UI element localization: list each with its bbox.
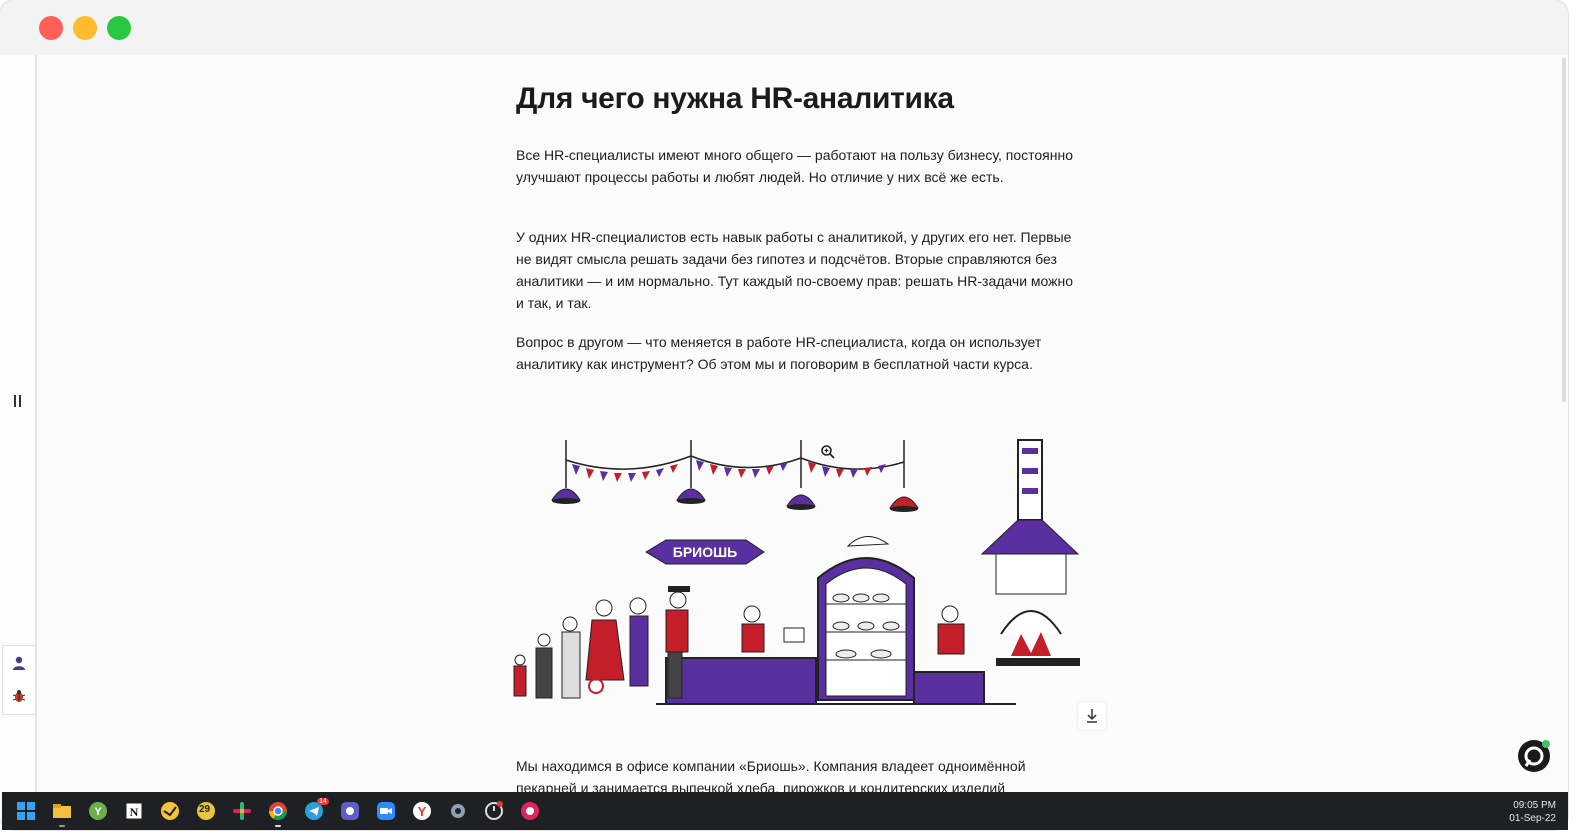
bunting-flags xyxy=(572,460,886,482)
zoom-icon[interactable] xyxy=(376,801,396,821)
pause-icon[interactable] xyxy=(13,395,23,407)
folder-icon[interactable] xyxy=(52,801,72,821)
close-window-button[interactable] xyxy=(39,16,63,40)
clock-app-icon[interactable] xyxy=(484,801,504,821)
lamps xyxy=(551,488,919,512)
taskbar: Y N 29 14 Y 09:05 PM 01-Sep-22 xyxy=(2,792,1568,830)
download-button[interactable] xyxy=(1078,702,1106,730)
sign-brioche: БРИОШЬ xyxy=(645,539,765,565)
svg-text:Y: Y xyxy=(418,804,427,819)
chat-button[interactable] xyxy=(1516,738,1552,774)
article: Для чего нужна HR-аналитика Все HR-специ… xyxy=(516,80,1076,796)
running-indicator xyxy=(275,825,281,827)
paragraph-3: Вопрос в другом — что меняется в работе … xyxy=(516,334,1042,372)
app-icon[interactable] xyxy=(160,801,180,821)
app-icon[interactable] xyxy=(340,801,360,821)
telegram-badge: 14 xyxy=(317,798,329,805)
rail-tools xyxy=(2,645,36,715)
paragraph-1: Все HR-специалисты имеют много общего — … xyxy=(516,147,1073,185)
download-icon xyxy=(1087,709,1097,723)
zoom-in-icon[interactable] xyxy=(820,444,836,460)
yandex-browser-icon[interactable]: Y xyxy=(412,801,432,821)
calendar-icon[interactable]: 29 xyxy=(196,801,216,821)
notion-icon[interactable]: N xyxy=(124,801,144,821)
title-bar xyxy=(0,0,1568,55)
bakery-illustration[interactable]: БРИОШЬ xyxy=(496,428,1108,734)
left-rail xyxy=(0,55,37,792)
paragraph-2: У одних HR-специалистов есть навык работ… xyxy=(516,229,1074,311)
user-icon[interactable] xyxy=(11,655,27,671)
chrome-icon[interactable] xyxy=(268,801,288,821)
calendar-badge: 29 xyxy=(199,804,211,815)
scrollbar[interactable] xyxy=(1562,58,1566,402)
telegram-icon[interactable]: 14 xyxy=(304,798,329,821)
windows-start-icon[interactable] xyxy=(16,801,36,821)
minimize-window-button[interactable] xyxy=(73,16,97,40)
gear-icon[interactable] xyxy=(448,801,468,821)
app-window: Для чего нужна HR-аналитика Все HR-специ… xyxy=(0,0,1568,830)
running-indicator xyxy=(59,825,65,827)
svg-text:N: N xyxy=(130,805,139,819)
maximize-window-button[interactable] xyxy=(107,16,131,40)
bread-cabinet xyxy=(817,536,915,701)
page-title: Для чего нужна HR-аналитика xyxy=(516,82,954,115)
clock-date: 01-Sep-22 xyxy=(1509,813,1556,824)
chimney xyxy=(980,439,1080,666)
clock-time: 09:05 PM xyxy=(1513,800,1556,811)
sign-text: БРИОШЬ xyxy=(673,544,737,560)
record-app-icon[interactable] xyxy=(520,801,540,821)
bug-icon[interactable] xyxy=(11,688,27,704)
slack-icon[interactable] xyxy=(232,801,252,821)
svg-text:Y: Y xyxy=(94,806,102,818)
system-clock[interactable]: 09:05 PM 01-Sep-22 xyxy=(1509,799,1556,825)
yandex-music-icon[interactable]: Y xyxy=(88,801,108,821)
chat-icon xyxy=(1518,740,1550,772)
